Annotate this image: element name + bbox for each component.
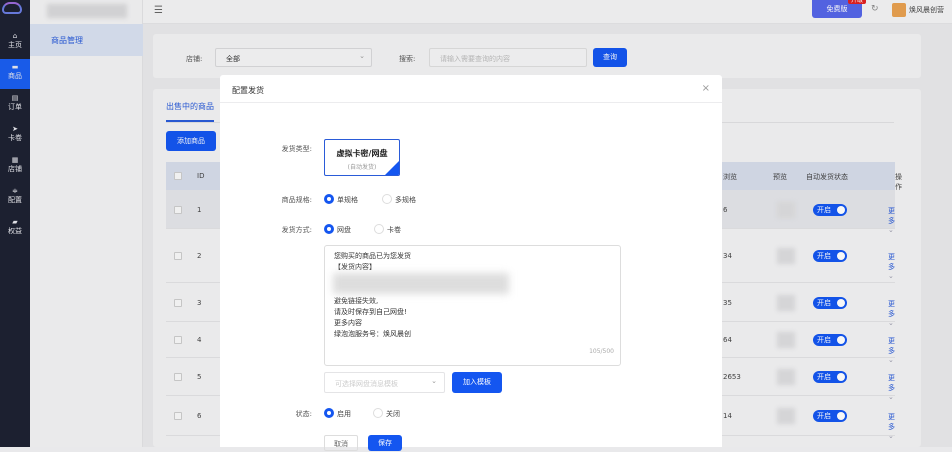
type-label: 发货类型: xyxy=(281,145,312,153)
radio-single-spec[interactable]: 单规格 xyxy=(324,194,358,205)
config-shipping-modal: 配置发货 × 发货类型: 虚拟卡密/网盘 (自动发货) 商品规格: 单规格 多规格… xyxy=(220,75,722,451)
radio-card[interactable]: 卡卷 xyxy=(374,224,401,235)
type-title: 虚拟卡密/网盘 xyxy=(336,149,388,158)
radio-multi-spec[interactable]: 多规格 xyxy=(382,194,416,205)
content-line: 更多内容 xyxy=(334,319,362,328)
method-label: 发货方式: xyxy=(281,226,312,234)
content-line: 绿泡泡服务号：焕风晨创 xyxy=(334,330,411,339)
template-placeholder: 可选择网盘消息模板 xyxy=(335,380,398,388)
radio-netdisk[interactable]: 网盘 xyxy=(324,224,351,235)
content-line: 请及时保存到自己网盘! xyxy=(334,308,407,317)
content-line: 【发货内容】 xyxy=(334,263,376,272)
chevron-down-icon: ⌄ xyxy=(431,377,437,385)
type-card-virtual[interactable]: 虚拟卡密/网盘 (自动发货) xyxy=(324,139,400,176)
cancel-button[interactable]: 取消 xyxy=(324,435,358,451)
radio-enable[interactable]: 启用 xyxy=(324,408,351,419)
status-label: 状态: xyxy=(295,410,312,418)
spec-label: 商品规格: xyxy=(281,196,312,204)
modal-title: 配置发货 xyxy=(232,86,264,95)
content-line: 您购买的商品已为您发货 xyxy=(334,252,411,260)
content-textarea[interactable]: 您购买的商品已为您发货 【发货内容】 避免链接失效, 请及时保存到自己网盘! 更… xyxy=(324,245,621,366)
template-select[interactable]: 可选择网盘消息模板 ⌄ xyxy=(324,372,445,393)
char-count: 105/500 xyxy=(589,347,614,355)
content-line: 避免链接失效, xyxy=(334,296,379,305)
radio-disable[interactable]: 关闭 xyxy=(373,408,400,419)
selected-corner-icon xyxy=(385,161,399,175)
close-icon[interactable]: × xyxy=(702,83,710,94)
add-template-button[interactable]: 加入模板 xyxy=(452,372,502,393)
save-button[interactable]: 保存 xyxy=(368,435,402,451)
redacted-link xyxy=(333,273,509,294)
